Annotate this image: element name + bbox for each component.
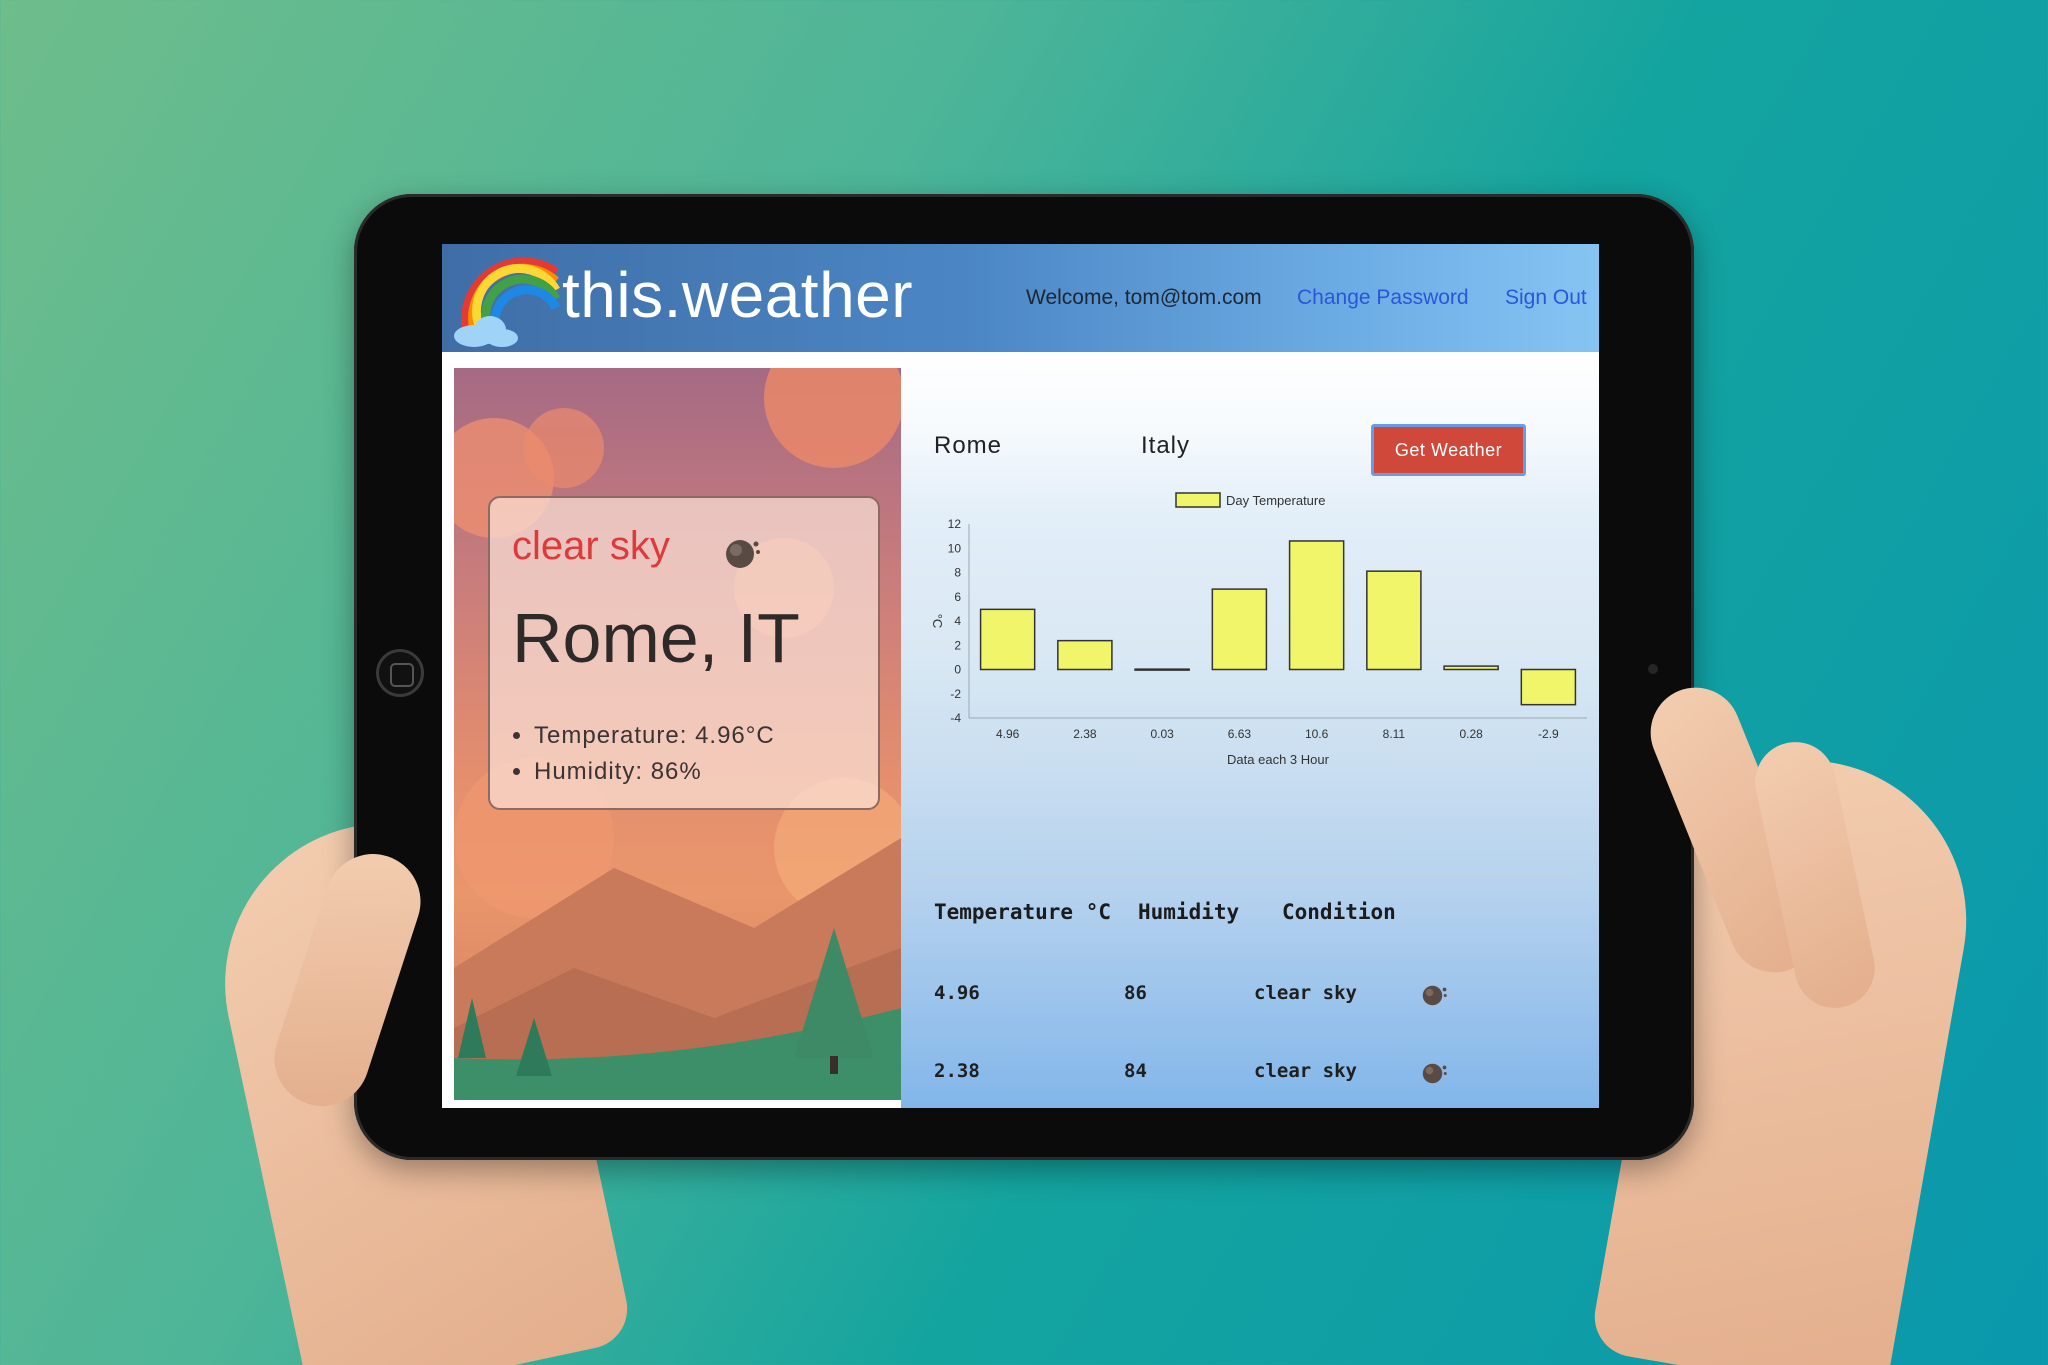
forecast-panel: Rome Italy Get Weather 12 10 8 6 4 2 0 -2 -4 °C 4.… — [901, 352, 1599, 1108]
row-temperature: 2.38 — [934, 1060, 980, 1082]
section-divider — [926, 874, 1576, 875]
y-tick-label: 4 — [954, 614, 961, 628]
column-header-condition: Condition — [1282, 900, 1396, 924]
rainbow-logo-icon — [454, 257, 560, 347]
chart-bar — [1211, 588, 1268, 671]
x-tick-label: 0.03 — [1150, 727, 1174, 741]
x-tick-label: 2.38 — [1073, 727, 1097, 741]
row-condition: clear sky — [1254, 1060, 1357, 1082]
temperature-bar-chart: 12 10 8 6 4 2 0 -2 -4 °C 4.96 2.38 0.03 6.63 10.6 8.11 0… — [930, 492, 1587, 767]
moon-cloud-icon — [1422, 985, 1447, 1006]
x-tick-label: 6.63 — [1228, 727, 1252, 741]
y-tick-label: -4 — [950, 711, 961, 725]
chart-bar — [979, 608, 1036, 671]
chart-bar — [1057, 639, 1113, 671]
city-input[interactable]: Rome — [934, 432, 1002, 460]
chart-bar — [1134, 668, 1190, 671]
x-axis-label: Data each 3 Hour — [1227, 752, 1330, 767]
chart-bar — [1520, 668, 1577, 706]
column-header-humidity: Humidity — [1138, 900, 1240, 924]
y-tick-label: 0 — [954, 663, 961, 677]
chart-bar — [1366, 570, 1422, 671]
current-temperature: Temperature: 4.96°C — [534, 718, 775, 754]
weather-illustration-panel: clear sky Rome, IT Temperature: 4.96°C H… — [454, 368, 901, 1100]
y-axis-label: °C — [930, 614, 945, 629]
x-tick-label: 8.11 — [1383, 727, 1406, 741]
y-tick-label: 8 — [954, 566, 961, 580]
legend-swatch — [1175, 492, 1221, 508]
table-row: 4.96 86 clear sky — [934, 982, 1554, 1012]
get-weather-button[interactable]: Get Weather — [1371, 424, 1526, 476]
moon-cloud-icon — [1422, 1063, 1447, 1084]
current-city: Rome, IT — [512, 599, 800, 677]
welcome-text: Welcome, tom@tom.com — [1026, 286, 1262, 309]
y-tick-label: 2 — [954, 638, 961, 652]
country-input[interactable]: Italy — [1141, 432, 1190, 460]
y-tick-label: 12 — [948, 517, 962, 531]
table-row: 2.38 84 clear sky — [934, 1060, 1554, 1090]
row-temperature: 4.96 — [934, 982, 980, 1004]
row-condition: clear sky — [1254, 982, 1357, 1004]
current-humidity: Humidity: 86% — [534, 754, 775, 790]
current-weather-card: clear sky Rome, IT Temperature: 4.96°C H… — [488, 496, 880, 810]
column-header-temperature: Temperature °C — [934, 900, 1112, 924]
chart-bar — [1288, 540, 1345, 671]
tablet-device: this.weather Welcome, tom@tom.com Change… — [354, 194, 1694, 1160]
legend-label: Day Temperature — [1226, 493, 1325, 508]
app-header: this.weather Welcome, tom@tom.com Change… — [442, 244, 1599, 352]
row-humidity: 86 — [1124, 982, 1147, 1004]
x-tick-label: 4.96 — [996, 727, 1020, 741]
sign-out-link[interactable]: Sign Out — [1505, 286, 1587, 310]
app-title: this.weather — [562, 259, 914, 331]
y-tick-label: 6 — [954, 590, 961, 604]
x-tick-label: 10.6 — [1305, 727, 1329, 741]
change-password-link[interactable]: Change Password — [1297, 286, 1469, 310]
x-tick-label: 0.28 — [1459, 727, 1483, 741]
current-details-list: Temperature: 4.96°C Humidity: 86% — [534, 718, 775, 790]
row-humidity: 84 — [1124, 1060, 1147, 1082]
current-condition: clear sky — [512, 524, 670, 568]
y-tick-label: 10 — [948, 541, 962, 555]
home-button — [376, 649, 424, 697]
x-tick-label: -2.9 — [1538, 727, 1559, 741]
chart-bar — [1443, 665, 1499, 671]
moon-cloud-icon — [726, 540, 760, 568]
tablet-camera — [1648, 664, 1658, 674]
app-screen: this.weather Welcome, tom@tom.com Change… — [442, 244, 1599, 1108]
y-tick-label: -2 — [950, 687, 961, 701]
